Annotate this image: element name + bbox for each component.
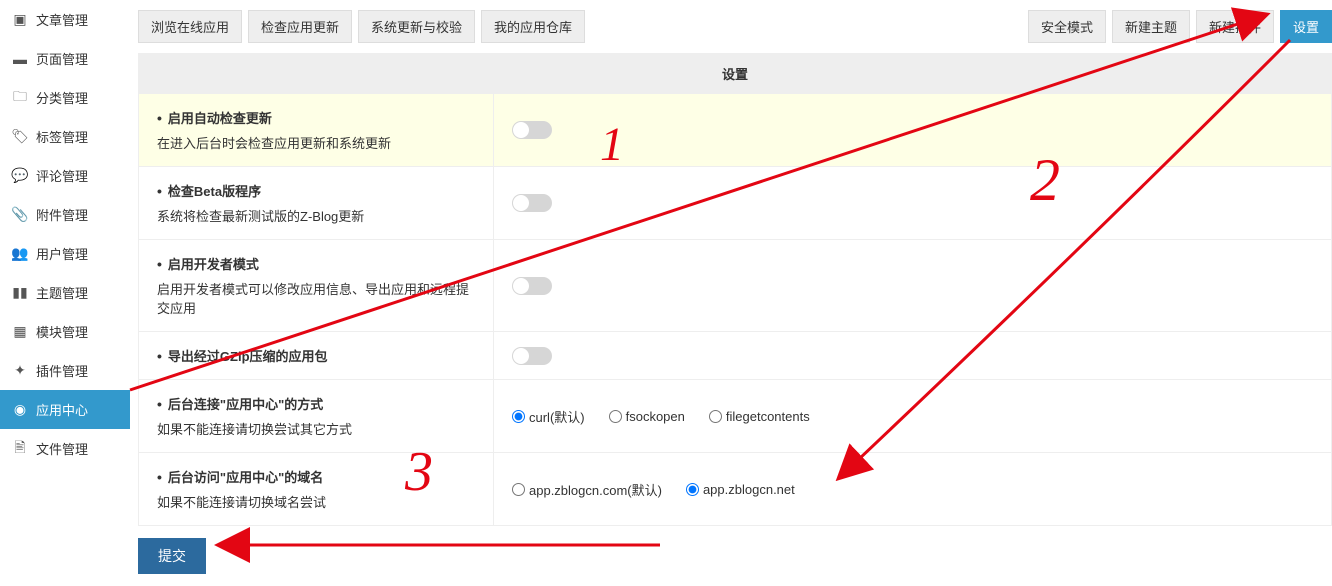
sidebar-item-label: 应用中心 (36, 400, 88, 419)
gzip-toggle[interactable] (512, 347, 552, 365)
sidebar-item-themes[interactable]: ▮▮ 主题管理 (0, 273, 130, 312)
beta-toggle[interactable] (512, 194, 552, 212)
sidebar: ▣ 文章管理 ▬ 页面管理 🗀 分类管理 🏷 标签管理 💬 评论管理 📎 附件管理 👥 用户管… (0, 0, 130, 586)
setting-title: 启用开发者模式 (157, 254, 475, 273)
dev-mode-toggle[interactable] (512, 277, 552, 295)
sidebar-item-label: 模块管理 (36, 322, 88, 341)
setting-desc: 如果不能连接请切换尝试其它方式 (157, 419, 475, 438)
sidebar-item-pages[interactable]: ▬ 页面管理 (0, 39, 130, 78)
app-icon: ◉ (12, 402, 28, 418)
check-update-button[interactable]: 检查应用更新 (248, 10, 352, 43)
sidebar-item-label: 插件管理 (36, 361, 88, 380)
sidebar-item-label: 文件管理 (36, 439, 88, 458)
modules-icon: ▦ (12, 324, 28, 340)
radio-filegetcontents[interactable]: filegetcontents (709, 409, 810, 424)
sidebar-item-modules[interactable]: ▦ 模块管理 (0, 312, 130, 351)
sidebar-item-users[interactable]: 👥 用户管理 (0, 234, 130, 273)
sidebar-item-label: 页面管理 (36, 49, 88, 68)
setting-title: 导出经过GZip压缩的应用包 (157, 346, 475, 365)
browse-online-button[interactable]: 浏览在线应用 (138, 10, 242, 43)
setting-title: 后台访问"应用中心"的域名 (157, 467, 475, 486)
setting-desc: 如果不能连接请切换域名尝试 (157, 492, 475, 511)
settings-button[interactable]: 设置 (1280, 10, 1332, 43)
auto-check-toggle[interactable] (512, 121, 552, 139)
sidebar-item-articles[interactable]: ▣ 文章管理 (0, 0, 130, 39)
sidebar-item-label: 标签管理 (36, 127, 88, 146)
page-icon: ▬ (12, 51, 28, 67)
sidebar-item-label: 用户管理 (36, 244, 88, 263)
setting-title: 启用自动检查更新 (157, 108, 475, 127)
setting-title: 检查Beta版程序 (157, 181, 475, 200)
radio-domain-net[interactable]: app.zblogcn.net (686, 482, 795, 497)
system-update-button[interactable]: 系统更新与校验 (358, 10, 475, 43)
sidebar-item-tags[interactable]: 🏷 标签管理 (0, 117, 130, 156)
setting-title: 后台连接"应用中心"的方式 (157, 394, 475, 413)
radio-domain-com[interactable]: app.zblogcn.com(默认) (512, 480, 662, 499)
toolbar: 浏览在线应用 检查应用更新 系统更新与校验 我的应用仓库 安全模式 新建主题 新… (138, 0, 1332, 53)
setting-row-dev-mode: 启用开发者模式 启用开发者模式可以修改应用信息、导出应用和远程提交应用 (138, 240, 1332, 332)
safe-mode-button[interactable]: 安全模式 (1028, 10, 1106, 43)
new-plugin-button[interactable]: 新建插件 (1196, 10, 1274, 43)
tags-icon: 🏷 (12, 129, 28, 145)
sidebar-item-attachments[interactable]: 📎 附件管理 (0, 195, 130, 234)
sidebar-item-label: 主题管理 (36, 283, 88, 302)
sidebar-item-label: 附件管理 (36, 205, 88, 224)
submit-button[interactable]: 提交 (138, 538, 206, 574)
setting-row-domain: 后台访问"应用中心"的域名 如果不能连接请切换域名尝试 app.zblogcn.… (138, 453, 1332, 526)
sidebar-item-plugins[interactable]: ✦ 插件管理 (0, 351, 130, 390)
attachment-icon: 📎 (12, 207, 28, 223)
sidebar-item-label: 分类管理 (36, 88, 88, 107)
setting-desc: 系统将检查最新测试版的Z-Blog更新 (157, 206, 475, 225)
setting-desc: 启用开发者模式可以修改应用信息、导出应用和远程提交应用 (157, 279, 475, 317)
setting-row-auto-check: 启用自动检查更新 在进入后台时会检查应用更新和系统更新 (138, 94, 1332, 167)
radio-curl[interactable]: curl(默认) (512, 407, 585, 426)
sidebar-item-comments[interactable]: 💬 评论管理 (0, 156, 130, 195)
my-repo-button[interactable]: 我的应用仓库 (481, 10, 585, 43)
comment-icon: 💬 (12, 168, 28, 184)
panel-header: 设置 (138, 53, 1332, 94)
file-icon: 🖹 (12, 441, 28, 457)
sidebar-item-files[interactable]: 🖹 文件管理 (0, 429, 130, 468)
radio-fsockopen[interactable]: fsockopen (609, 409, 685, 424)
setting-row-connection-method: 后台连接"应用中心"的方式 如果不能连接请切换尝试其它方式 curl(默认) f… (138, 380, 1332, 453)
plugin-icon: ✦ (12, 363, 28, 379)
sidebar-item-label: 文章管理 (36, 10, 88, 29)
sidebar-item-app-center[interactable]: ◉ 应用中心 (0, 390, 130, 429)
archive-icon: ▣ (12, 12, 28, 28)
new-theme-button[interactable]: 新建主题 (1112, 10, 1190, 43)
folder-icon: 🗀 (12, 90, 28, 106)
setting-desc: 在进入后台时会检查应用更新和系统更新 (157, 133, 475, 152)
sidebar-item-label: 评论管理 (36, 166, 88, 185)
setting-row-beta: 检查Beta版程序 系统将检查最新测试版的Z-Blog更新 (138, 167, 1332, 240)
setting-row-gzip: 导出经过GZip压缩的应用包 (138, 332, 1332, 380)
sidebar-item-categories[interactable]: 🗀 分类管理 (0, 78, 130, 117)
users-icon: 👥 (12, 246, 28, 262)
main-content: 浏览在线应用 检查应用更新 系统更新与校验 我的应用仓库 安全模式 新建主题 新… (130, 0, 1332, 586)
theme-icon: ▮▮ (12, 285, 28, 301)
